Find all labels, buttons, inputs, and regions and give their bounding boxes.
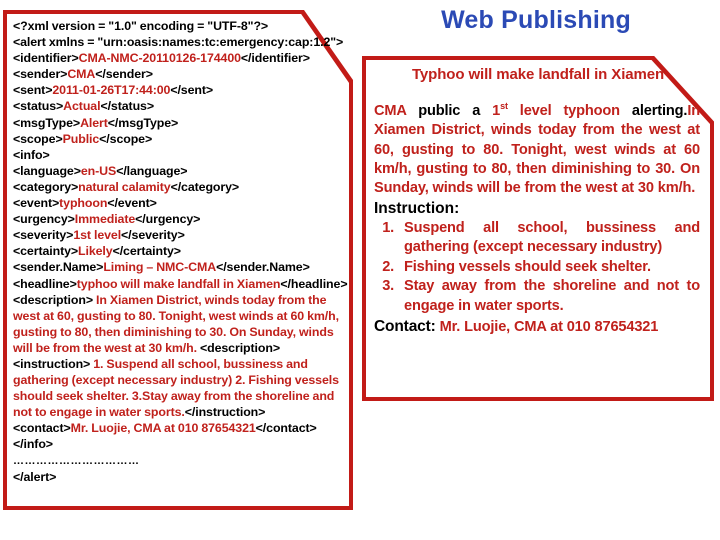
xml-contact-line: <contact>Mr. Luojie, CMA at 010 87654321…	[13, 420, 351, 436]
xml-value: Liming – NMC-CMA	[103, 260, 217, 275]
xml-tag: <description>	[200, 340, 280, 355]
alert-content: Typhoo will make landfall in Xiamen CMA …	[374, 66, 708, 397]
alert-desc-text: public a	[406, 102, 493, 119]
alert-sender-code: CMA	[374, 102, 407, 119]
xml-value: CMA	[67, 67, 96, 82]
xml-value: Immediate	[74, 212, 136, 227]
xml-value: Likely	[78, 244, 113, 259]
contact-value: Mr. Luojie, CMA at 010 87654321	[439, 318, 659, 335]
instruction-item: Suspend all school, bussiness and gather…	[398, 219, 708, 258]
xml-tag: <identifier>	[13, 51, 79, 66]
xml-instruction-block: <instruction> 1. Suspend all school, bus…	[13, 357, 339, 419]
contact-row: Contact: Mr. Luojie, CMA at 010 87654321	[374, 318, 708, 336]
xml-value: 1st level	[73, 228, 122, 243]
xml-description-block: <description> In Xiamen District, winds …	[13, 293, 339, 355]
xml-line: <sender>CMA</sender>	[13, 66, 351, 82]
xml-tag: </contact>	[255, 421, 317, 436]
instruction-item: Stay away from the shoreline and not to …	[398, 277, 708, 316]
xml-tag: <scope>	[13, 131, 63, 146]
xml-tag: </language>	[116, 163, 188, 178]
xml-value: typhoo will make landfall in Xiamen	[76, 276, 281, 291]
xml-line: <info>	[13, 147, 351, 163]
xml-value: CMA-NMC-20110126-174400	[78, 51, 241, 66]
xml-tag: </sender>	[95, 67, 153, 82]
xml-tag: </instruction>	[184, 405, 266, 420]
xml-tag: <alert xmlns = "urn:oasis:names:tc:emerg…	[13, 35, 344, 50]
xml-tag: <severity>	[13, 228, 74, 243]
xml-line: <severity>1st level</severity>	[13, 227, 351, 243]
alert-description: CMA public a 1st level typhoon alerting.…	[374, 97, 708, 199]
xml-tag: </event>	[107, 196, 157, 211]
xml-tag: <category>	[13, 179, 79, 194]
alert-level-ordinal-suffix: st	[500, 101, 508, 111]
instruction-item: Fishing vessels should seek shelter.	[398, 258, 708, 277]
xml-value: typhoon	[59, 196, 108, 211]
xml-line: <sent>2011-01-26T17:44:00</sent>	[13, 82, 351, 98]
xml-line: <alert xmlns = "urn:oasis:names:tc:emerg…	[13, 34, 351, 50]
xml-line: <identifier>CMA-NMC-20110126-174400</ide…	[13, 50, 351, 66]
xml-line: <sender.Name>Liming – NMC-CMA</sender.Na…	[13, 259, 351, 275]
xml-tag: </scope>	[99, 131, 153, 146]
published-alert-panel: Typhoo will make landfall in Xiamen CMA …	[362, 56, 714, 401]
xml-value: Actual	[63, 99, 101, 114]
xml-tag: </status>	[100, 99, 154, 114]
xml-tag: <certainty>	[13, 244, 79, 259]
xml-tag: <description>	[13, 292, 93, 307]
xml-tag: <urgency>	[13, 212, 75, 227]
xml-tag: <?xml version = "1.0" encoding = "UTF-8"…	[13, 19, 269, 33]
xml-tag: </sent>	[170, 83, 214, 98]
xml-value: en-US	[80, 163, 117, 178]
xml-tag: <language>	[13, 163, 81, 178]
xml-line: <urgency>Immediate</urgency>	[13, 211, 351, 227]
alert-desc-text: alerting.	[619, 102, 688, 119]
xml-tag: </sender.Name>	[216, 260, 310, 275]
xml-tag: <sender.Name>	[13, 260, 104, 275]
xml-tag: <status>	[13, 99, 64, 114]
xml-line: <msgType>Alert</msgType>	[13, 115, 351, 131]
xml-code-block: <?xml version = "1.0" encoding = "UTF-8"…	[13, 18, 351, 485]
xml-value: 2011-01-26T17:44:00	[52, 83, 171, 98]
alert-headline: Typhoo will make landfall in Xiamen	[411, 66, 665, 83]
xml-tag: </alert>	[13, 469, 57, 484]
xml-line: <?xml version = "1.0" encoding = "UTF-8"…	[13, 18, 351, 34]
xml-line: <headline>typhoo will make landfall in X…	[13, 276, 351, 292]
xml-tag: </severity>	[121, 228, 185, 243]
xml-tag: <event>	[13, 196, 60, 211]
xml-ellipsis: ……………………………	[13, 454, 140, 467]
xml-tag: </headline>	[280, 276, 348, 291]
xml-tag: </identifier>	[240, 51, 310, 66]
xml-tag: <contact>	[13, 421, 71, 436]
xml-line: <category>natural calamity</category>	[13, 179, 351, 195]
xml-line: <event>typhoon</event>	[13, 195, 351, 211]
instruction-list: Suspend all school, bussiness and gather…	[374, 219, 708, 316]
xml-line: <certainty>Likely</certainty>	[13, 243, 351, 259]
xml-line: <status>Actual</status>	[13, 98, 351, 114]
alert-level-text: level typhoon	[507, 102, 620, 119]
xml-line: <language>en-US</language>	[13, 163, 351, 179]
contact-label: Contact:	[374, 317, 436, 335]
xml-value: natural calamity	[78, 179, 171, 194]
xml-tag: <info>	[13, 147, 50, 162]
xml-tag: <msgType>	[13, 115, 81, 130]
xml-line: <scope>Public</scope>	[13, 131, 351, 147]
instruction-label: Instruction:	[374, 199, 460, 217]
xml-tag: </category>	[170, 179, 240, 194]
xml-tag: <sent>	[13, 83, 53, 98]
xml-value: Mr. Luojie, CMA at 010 87654321	[70, 421, 256, 436]
xml-line: </info>	[13, 436, 351, 452]
xml-tag: <instruction>	[13, 356, 91, 371]
xml-tag: </urgency>	[135, 212, 201, 227]
xml-tag: </certainty>	[112, 244, 181, 259]
xml-line: </alert>	[13, 469, 351, 485]
xml-tag: </msgType>	[107, 115, 179, 130]
alert-level-number: 1	[492, 102, 501, 119]
xml-value: Public	[62, 131, 100, 146]
xml-value: Alert	[80, 115, 108, 130]
xml-tag: <headline>	[13, 276, 77, 291]
web-publishing-title: Web Publishing	[441, 6, 631, 34]
xml-source-panel: <?xml version = "1.0" encoding = "UTF-8"…	[3, 10, 353, 510]
xml-tag: <sender>	[13, 67, 68, 82]
xml-tag: </info>	[13, 437, 53, 452]
